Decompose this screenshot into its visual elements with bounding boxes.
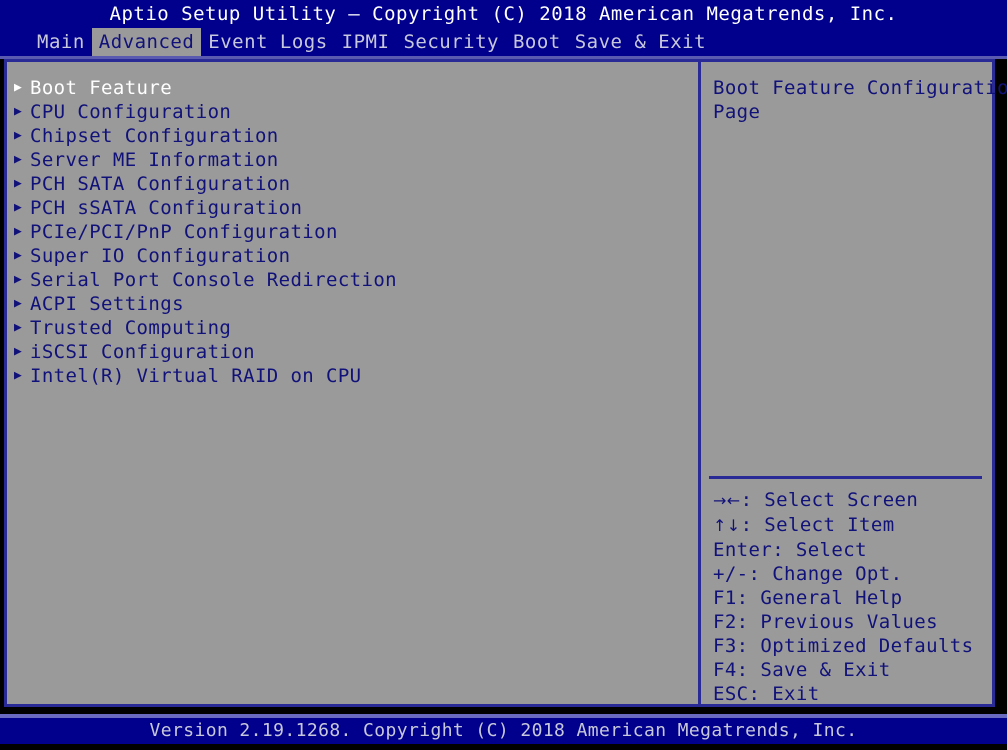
menu-item-iscsi-configuration[interactable]: ▶ iSCSI Configuration [7, 340, 698, 364]
key-legend-entry: Enter: Select [713, 538, 982, 562]
submenu-arrow-icon: ▶ [14, 272, 23, 287]
menu-item-label: Serial Port Console Redirection [30, 269, 398, 291]
key-legend-label: +/-: Change Opt. [713, 563, 903, 585]
key-legend-entry: ESC: Exit [713, 682, 982, 706]
menu-item-label: CPU Configuration [30, 101, 232, 123]
key-legend-entry: +/-: Change Opt. [713, 562, 982, 586]
help-legend-divider [709, 476, 982, 479]
submenu-arrow-icon: ▶ [14, 176, 23, 191]
key-legend-label: ESC: Exit [713, 683, 820, 705]
bios-setup-screen: Aptio Setup Utility – Copyright (C) 2018… [0, 0, 1007, 750]
submenu-arrow-icon: ▶ [14, 344, 23, 359]
key-legend-label: : Select Screen [740, 489, 919, 511]
submenu-arrow-icon: ▶ [14, 224, 23, 239]
menu-item-label: iSCSI Configuration [30, 341, 255, 363]
submenu-arrow-icon: ▶ [14, 368, 23, 383]
key-legend-label: F2: Previous Values [713, 611, 938, 633]
help-text-line: Boot Feature Configuration [713, 77, 1007, 99]
menu-item-pcie-pci-pnp-configuration[interactable]: ▶ PCIe/PCI/PnP Configuration [7, 220, 698, 244]
menu-bar: Main Advanced Event Logs IPMI Security Boot Sa… [0, 28, 1007, 56]
menu-item-label: PCH SATA Configuration [30, 173, 291, 195]
menu-item-label: Boot Feature [30, 77, 173, 99]
arrow-keys-icon: →← [713, 491, 741, 510]
key-legend-entry: F4: Save & Exit [713, 658, 982, 682]
submenu-arrow-icon: ▶ [14, 104, 23, 119]
key-legend-entry: F2: Previous Values [713, 610, 982, 634]
key-legend-label: : Select Item [740, 514, 895, 536]
menu-item-pch-ssata-configuration[interactable]: ▶ PCH sSATA Configuration [7, 196, 698, 220]
tab-boot[interactable]: Boot [506, 28, 568, 56]
key-legend-entry: →←: Select Screen [713, 488, 982, 513]
arrow-keys-icon: ↑↓ [713, 516, 741, 535]
menu-item-label: PCH sSATA Configuration [30, 197, 303, 219]
content-frame: ▶ Boot Feature ▶ CPU Configuration ▶ Chipset … [4, 59, 1007, 707]
menu-item-trusted-computing[interactable]: ▶ Trusted Computing [7, 316, 698, 340]
tab-event-logs[interactable]: Event Logs [201, 28, 334, 56]
menu-item-boot-feature[interactable]: ▶ Boot Feature [7, 76, 698, 100]
menu-item-label: Super IO Configuration [30, 245, 291, 267]
menu-item-chipset-configuration[interactable]: ▶ Chipset Configuration [7, 124, 698, 148]
menu-item-cpu-configuration[interactable]: ▶ CPU Configuration [7, 100, 698, 124]
submenu-arrow-icon: ▶ [14, 128, 23, 143]
submenu-arrow-icon: ▶ [14, 200, 23, 215]
menu-item-label: ACPI Settings [30, 293, 184, 315]
help-text: Boot Feature Configuration Page [701, 62, 1007, 124]
menu-item-pch-sata-configuration[interactable]: ▶ PCH SATA Configuration [7, 172, 698, 196]
tab-advanced[interactable]: Advanced [91, 28, 202, 56]
key-legend-label: F1: General Help [713, 587, 903, 609]
menu-item-label: Intel(R) Virtual RAID on CPU [30, 365, 362, 387]
menu-item-label: PCIe/PCI/PnP Configuration [30, 221, 338, 243]
key-legend-entry: ↑↓: Select Item [713, 513, 982, 538]
menu-item-label: Server ME Information [30, 149, 279, 171]
submenu-arrow-icon: ▶ [14, 320, 23, 335]
key-legend-entry: F3: Optimized Defaults [713, 634, 982, 658]
help-text-line: Page [713, 101, 761, 123]
menu-item-intel-r-virtual-raid-on-cpu[interactable]: ▶ Intel(R) Virtual RAID on CPU [7, 364, 698, 388]
menu-item-server-me-information[interactable]: ▶ Server ME Information [7, 148, 698, 172]
submenu-arrow-icon: ▶ [14, 248, 23, 263]
submenu-arrow-icon: ▶ [14, 152, 23, 167]
key-legend-label: F3: Optimized Defaults [713, 635, 974, 657]
key-legend-entry: F1: General Help [713, 586, 982, 610]
menu-item-serial-port-console-redirection[interactable]: ▶ Serial Port Console Redirection [7, 268, 698, 292]
tab-security[interactable]: Security [396, 28, 506, 56]
tab-main[interactable]: Main [30, 28, 92, 56]
main-menu-list: ▶ Boot Feature ▶ CPU Configuration ▶ Chipset … [7, 62, 698, 704]
menu-item-label: Trusted Computing [30, 317, 232, 339]
tab-save-exit[interactable]: Save & Exit [568, 28, 713, 56]
tab-ipmi[interactable]: IPMI [335, 28, 397, 56]
menu-item-acpi-settings[interactable]: ▶ ACPI Settings [7, 292, 698, 316]
right-info-panel: Boot Feature Configuration Page →←: Selec… [701, 62, 1007, 706]
menu-item-super-io-configuration[interactable]: ▶ Super IO Configuration [7, 244, 698, 268]
submenu-arrow-icon: ▶ [14, 80, 23, 95]
footer-version: Version 2.19.1268. Copyright (C) 2018 Am… [0, 718, 1007, 744]
submenu-arrow-icon: ▶ [14, 296, 23, 311]
title-bar: Aptio Setup Utility – Copyright (C) 2018… [0, 0, 1007, 28]
key-legend: →←: Select Screen ↑↓: Select Item Enter: S… [701, 488, 992, 706]
key-legend-label: Enter: Select [713, 539, 867, 561]
key-legend-label: F4: Save & Exit [713, 659, 891, 681]
menu-item-label: Chipset Configuration [30, 125, 279, 147]
